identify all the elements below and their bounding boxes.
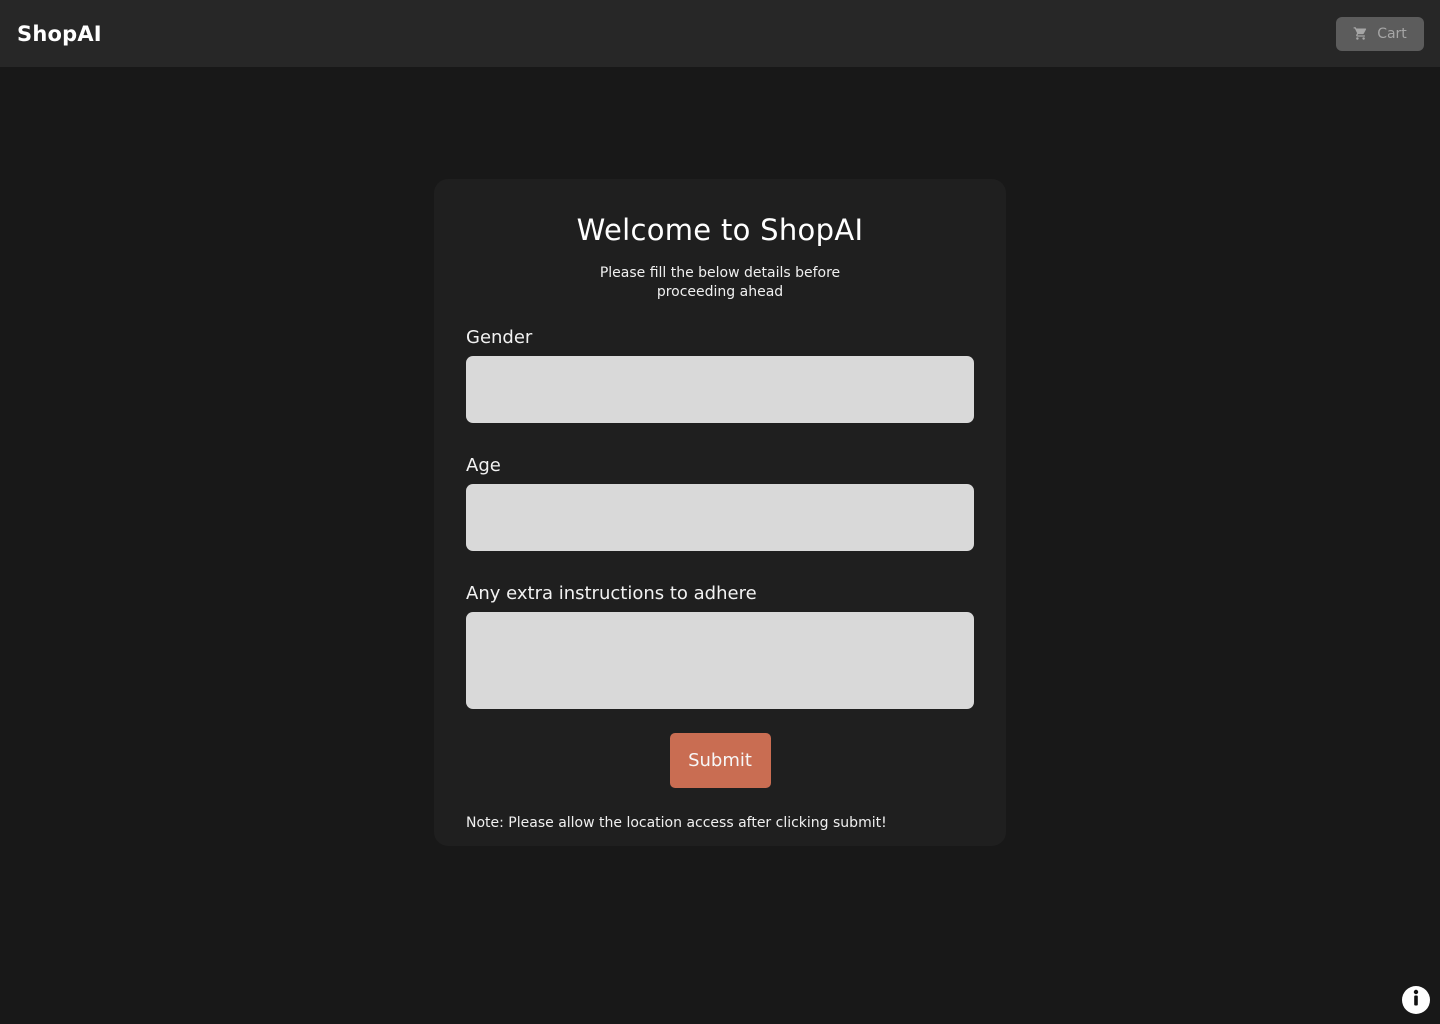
- cart-button[interactable]: Cart: [1336, 16, 1424, 51]
- form-subtitle: Please fill the below details before pro…: [599, 265, 841, 300]
- age-label: Age: [466, 455, 501, 476]
- info-icon: [1402, 984, 1430, 1016]
- submit-row: Submit: [466, 733, 974, 788]
- details-form-card: Welcome to ShopAI Please fill the below …: [434, 179, 1006, 846]
- extra-instructions-textarea[interactable]: [466, 612, 974, 709]
- gender-input[interactable]: [466, 356, 974, 423]
- age-input[interactable]: [466, 484, 974, 551]
- info-button[interactable]: [1402, 986, 1430, 1014]
- form-title: Welcome to ShopAI: [576, 213, 864, 247]
- top-navbar: ShopAI Cart: [0, 0, 1440, 67]
- brand-logo[interactable]: ShopAI: [17, 22, 102, 46]
- cart-button-label: Cart: [1377, 25, 1407, 42]
- extra-instructions-label: Any extra instructions to adhere: [466, 583, 757, 604]
- submit-button[interactable]: Submit: [669, 733, 771, 788]
- cart-icon: [1353, 26, 1368, 41]
- location-note: Note: Please allow the location access a…: [466, 815, 887, 831]
- gender-label: Gender: [466, 327, 533, 348]
